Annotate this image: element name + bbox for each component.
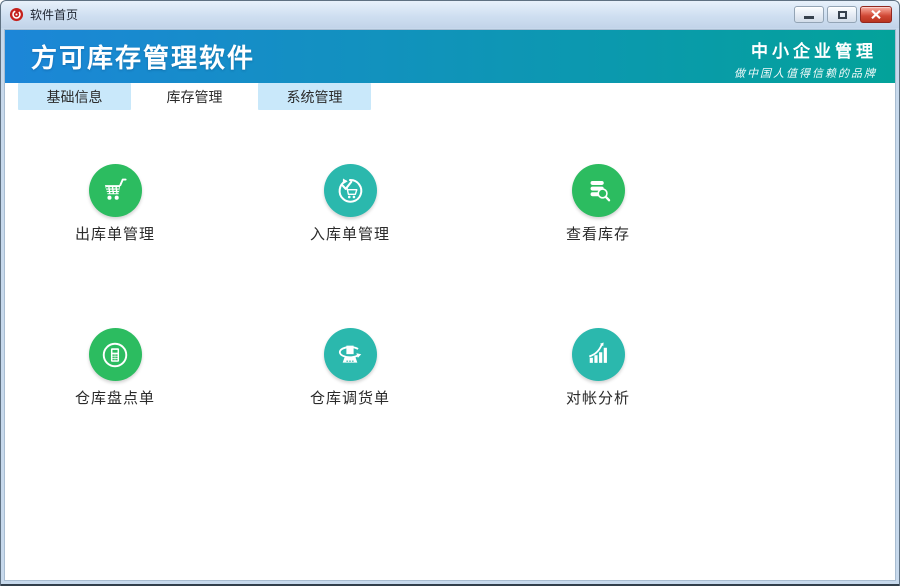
module-label: 出库单管理 [75,223,155,244]
calculator-icon [89,328,142,381]
minimize-button[interactable] [794,6,824,23]
app-window: 软件首页 方可库存管理软件 中小企业管理 做中国人值得信赖的品牌 基础信息 库存… [0,0,900,586]
tabstrip: 基础信息 库存管理 系统管理 [5,83,895,110]
app-body: 方可库存管理软件 中小企业管理 做中国人值得信赖的品牌 基础信息 库存管理 系统… [4,29,896,581]
stock-search-icon [572,164,625,217]
module-label: 仓库调货单 [310,387,390,408]
minimize-icon [804,16,814,19]
close-icon [871,10,881,19]
tab-inventory[interactable]: 库存管理 [138,83,251,110]
module-reconciliation[interactable]: 对帐分析 [523,328,673,408]
module-view-stock[interactable]: 查看库存 [523,164,673,244]
module-label: 仓库盘点单 [75,387,155,408]
module-inbound-order[interactable]: 入库单管理 [275,164,425,244]
module-transfer-order[interactable]: 仓库调货单 [275,328,425,408]
window-title: 软件首页 [30,6,791,23]
module-grid: 出库单管理 入库单管理 [5,110,895,580]
maximize-button[interactable] [827,6,857,23]
brand-slogan: 做中国人值得信赖的品牌 [734,65,877,81]
app-title: 方可库存管理软件 [31,38,255,75]
tab-basic-info[interactable]: 基础信息 [18,83,131,110]
app-header: 方可库存管理软件 中小企业管理 做中国人值得信赖的品牌 [5,30,895,83]
module-stocktake[interactable]: 仓库盘点单 [40,328,190,408]
cart-out-icon [89,164,142,217]
module-label: 入库单管理 [310,223,390,244]
module-label: 查看库存 [566,223,630,244]
tab-system[interactable]: 系统管理 [258,83,371,110]
brand-block: 中小企业管理 做中国人值得信赖的品牌 [734,37,877,81]
module-label: 对帐分析 [566,387,630,408]
titlebar[interactable]: 软件首页 [1,1,899,28]
brand-title: 中小企业管理 [734,37,877,62]
chart-icon [572,328,625,381]
module-outbound-order[interactable]: 出库单管理 [40,164,190,244]
transfer-box-icon [324,328,377,381]
app-logo-icon [9,7,24,22]
maximize-icon [838,11,847,19]
cart-check-icon [324,164,377,217]
close-button[interactable] [860,6,892,23]
